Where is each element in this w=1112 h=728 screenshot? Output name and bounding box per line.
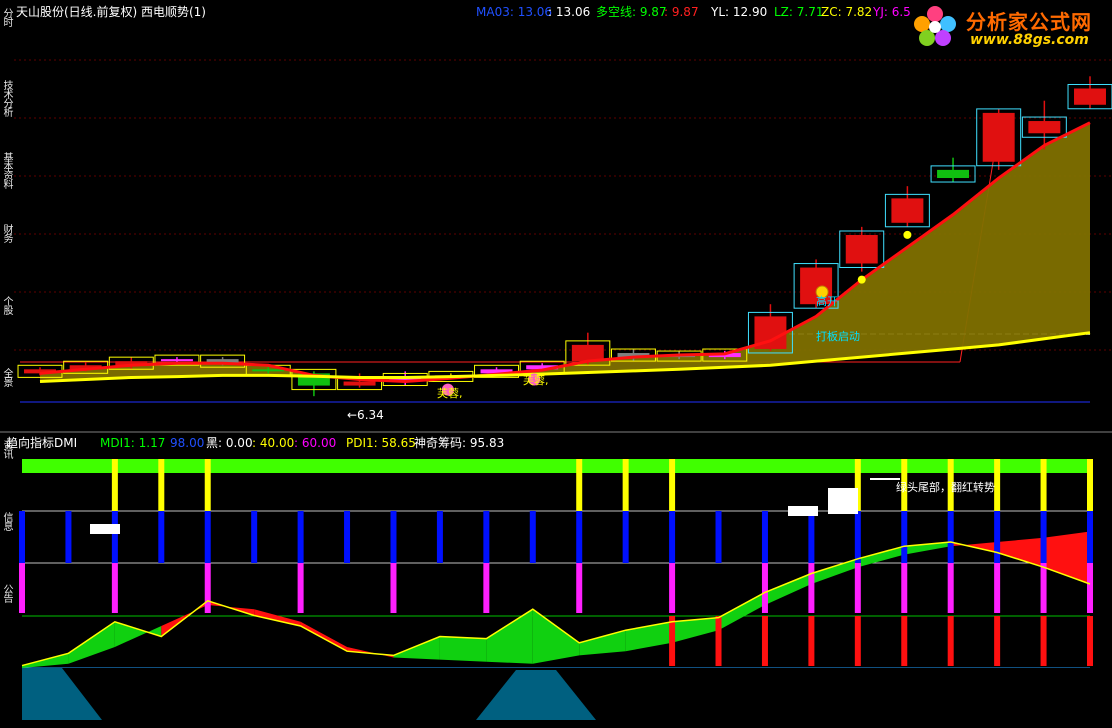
dmi-bar-blue bbox=[669, 511, 676, 563]
dmi-bar-magenta bbox=[808, 563, 815, 613]
dmi-fill-segment bbox=[68, 621, 115, 664]
dmi-bar-magenta bbox=[390, 563, 397, 613]
candle-body bbox=[1028, 121, 1061, 134]
dmi-fill-segment bbox=[579, 630, 626, 656]
dmi-bar-red bbox=[901, 616, 908, 666]
dmi-bar-blue bbox=[1087, 511, 1093, 563]
furong-label-1: 芙蓉, bbox=[437, 387, 463, 400]
furong-label-2: 芙蓉, bbox=[523, 374, 549, 387]
dmi-bar-blue bbox=[761, 511, 768, 563]
dmi-bar-yellow bbox=[1040, 459, 1047, 511]
hei-label: 黑: 0.00 bbox=[206, 436, 253, 450]
dmi-bar-red bbox=[994, 616, 1001, 666]
dmi-bar-red bbox=[808, 616, 815, 666]
dmi-bar-yellow bbox=[994, 459, 1001, 511]
dmi-bar-blue bbox=[436, 511, 443, 563]
dmi-bar-blue bbox=[1040, 511, 1047, 563]
dmi-bar-blue bbox=[529, 511, 536, 563]
candle-body bbox=[845, 235, 878, 264]
green-turn-red-label: 绿头尾部，翻红转势 bbox=[896, 481, 995, 494]
dmi-bar-magenta bbox=[854, 563, 861, 613]
dmi-fill-segment bbox=[718, 592, 765, 631]
dmi-bar-blue bbox=[808, 511, 815, 563]
dmi-bar-yellow bbox=[204, 459, 211, 511]
dmi-bar-blue bbox=[65, 511, 72, 563]
hei-b: : 60.00 bbox=[294, 436, 337, 450]
dot-marker bbox=[903, 230, 912, 239]
hei-a: : 40.00 bbox=[252, 436, 295, 450]
price-area-fill bbox=[40, 122, 1090, 382]
dmi-bar-blue bbox=[158, 511, 165, 563]
dmi-bar-blue bbox=[715, 511, 722, 563]
dmi-bar-blue bbox=[622, 511, 629, 563]
dmi-bar-yellow bbox=[158, 459, 165, 511]
dot-marker bbox=[857, 275, 866, 284]
dmi-bar-magenta bbox=[483, 563, 490, 613]
dmi-title: 趋向指标DMI bbox=[6, 436, 78, 450]
dmi-bar-red bbox=[761, 616, 768, 666]
dmi-bar-magenta bbox=[947, 563, 954, 613]
pdi1-label: PDI1: 58.65 bbox=[346, 436, 416, 450]
dmi-bar-blue bbox=[344, 511, 351, 563]
dmi-bar-magenta bbox=[669, 563, 676, 613]
candle-body bbox=[343, 381, 376, 386]
chart-canvas bbox=[0, 59, 1112, 720]
dmi-fill-segment bbox=[439, 636, 487, 662]
candle-body bbox=[937, 169, 970, 179]
candle-body bbox=[982, 112, 1015, 162]
dmi-bar-magenta bbox=[111, 563, 118, 613]
shenqi-label: 神奇筹码: 95.83 bbox=[414, 436, 505, 450]
dmi-bar-yellow bbox=[576, 459, 583, 511]
dmi-bar-blue bbox=[994, 511, 1001, 563]
kaiban-label: 打板启动 bbox=[816, 330, 860, 343]
dmi-bar-red bbox=[715, 616, 722, 666]
dmi-bar-blue bbox=[901, 511, 908, 563]
dmi-bar-magenta bbox=[761, 563, 768, 613]
dmi-bar-blue bbox=[251, 511, 258, 563]
mdi1-label: MDI1: 1.17 bbox=[100, 436, 166, 450]
dmi-bar-red bbox=[669, 616, 676, 666]
low-price-label: ←6.34 bbox=[347, 408, 384, 422]
gaokai-label: 高开 bbox=[816, 295, 838, 308]
dmi-bar-magenta bbox=[576, 563, 583, 613]
dmi-bar-yellow bbox=[622, 459, 629, 511]
dmi-bar-yellow bbox=[1087, 459, 1093, 511]
white-marker bbox=[90, 524, 120, 534]
dmi-bar-red bbox=[947, 616, 954, 666]
dmi-bar-yellow bbox=[669, 459, 676, 511]
candle-body bbox=[160, 359, 193, 362]
dmi-fill-segment bbox=[486, 609, 533, 664]
dmi-bar-yellow bbox=[111, 459, 118, 511]
dmi-bar-blue bbox=[390, 511, 397, 563]
top-green-band bbox=[22, 459, 1090, 473]
dmi-bar-blue bbox=[297, 511, 304, 563]
dmi-bar-blue bbox=[111, 511, 118, 563]
dmi-bar-blue bbox=[854, 511, 861, 563]
trend-band bbox=[40, 122, 1090, 382]
white-marker bbox=[788, 506, 818, 516]
white-marker bbox=[828, 488, 858, 514]
candle-body bbox=[891, 198, 924, 223]
candle-body bbox=[1074, 88, 1106, 105]
dmi-bar-magenta bbox=[1087, 563, 1093, 613]
dmi-bar-red bbox=[1040, 616, 1047, 666]
dmi-bar-magenta bbox=[901, 563, 908, 613]
dmi-bar-magenta bbox=[204, 563, 211, 613]
dmi-bar-blue bbox=[19, 511, 25, 563]
mdi1-value: 98.00 bbox=[170, 436, 205, 450]
candle-body bbox=[252, 369, 285, 372]
dmi-bar-magenta bbox=[19, 563, 25, 613]
dmi-bar-magenta bbox=[1040, 563, 1047, 613]
dmi-bar-magenta bbox=[297, 563, 304, 613]
dmi-bar-blue bbox=[576, 511, 583, 563]
dmi-bar-magenta bbox=[994, 563, 1001, 613]
dmi-bar-red bbox=[854, 616, 861, 666]
dmi-bar-red bbox=[1087, 616, 1093, 666]
dmi-bar-blue bbox=[483, 511, 490, 563]
dmi-fill-segment bbox=[532, 609, 580, 664]
dmi-bar-blue bbox=[204, 511, 211, 563]
dmi-bar-blue bbox=[947, 511, 954, 563]
